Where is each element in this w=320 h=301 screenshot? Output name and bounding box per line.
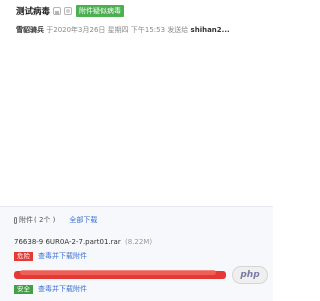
mail-body: [0, 40, 273, 206]
attachments-label: 附件: [19, 216, 33, 224]
attachment-item: 76638-9 6UR0A-2-7.part01.rar (8.22M): [14, 237, 152, 247]
virus-warning-badge: 附件疑似病毒: [76, 5, 125, 17]
attachment-size: (8.22M): [124, 238, 153, 246]
redaction-mark: [20, 270, 216, 275]
download-all-link[interactable]: 全部下载: [69, 215, 97, 225]
attachments-section: 附件 ( 2个 ) 全部下载 76638-9 6UR0A-2-7.part01.…: [0, 206, 273, 301]
attachments-header: 附件 ( 2个 ) 全部下载: [14, 215, 97, 225]
attachment-filename[interactable]: 76638-9 6UR0A-2-7.part01.rar: [14, 238, 121, 246]
php-watermark: php: [232, 266, 268, 284]
safe-badge: 安全: [14, 284, 33, 294]
mail-subject: 测试病毒: [16, 7, 51, 17]
recipient-name[interactable]: shihan2...: [191, 26, 230, 34]
mail-subject-line: 测试病毒 附件疑似病毒: [16, 4, 125, 18]
sender-name[interactable]: 雪貂骑兵: [16, 26, 44, 34]
share-icon[interactable]: [64, 7, 73, 15]
attachment-status-row: 安全 查毒并下载附件: [14, 284, 87, 294]
lock-icon[interactable]: [53, 7, 62, 15]
scan-download-link[interactable]: 查毒并下载附件: [38, 251, 87, 261]
sent-weekday: 星期四: [107, 26, 129, 34]
attachment-status-row: 危险 查毒并下载附件: [14, 251, 87, 261]
sent-date: 2020年3月26日: [53, 26, 106, 34]
sent-time: 下午15:53: [130, 26, 166, 34]
scan-download-link[interactable]: 查毒并下载附件: [38, 284, 87, 294]
sent-to-label: 发送给: [167, 26, 189, 34]
mail-meta: 雪貂骑兵 于2020年3月26日 星期四 下午15:53 发送给 shihan2…: [16, 24, 273, 36]
danger-badge: 危险: [14, 251, 33, 261]
attachments-count: ( 2个 ): [34, 216, 56, 224]
mail-header: 测试病毒 附件疑似病毒 雪貂骑兵 于2020年3月26日 星期四 下午15:53…: [0, 0, 273, 40]
paperclip-icon: [14, 216, 17, 224]
